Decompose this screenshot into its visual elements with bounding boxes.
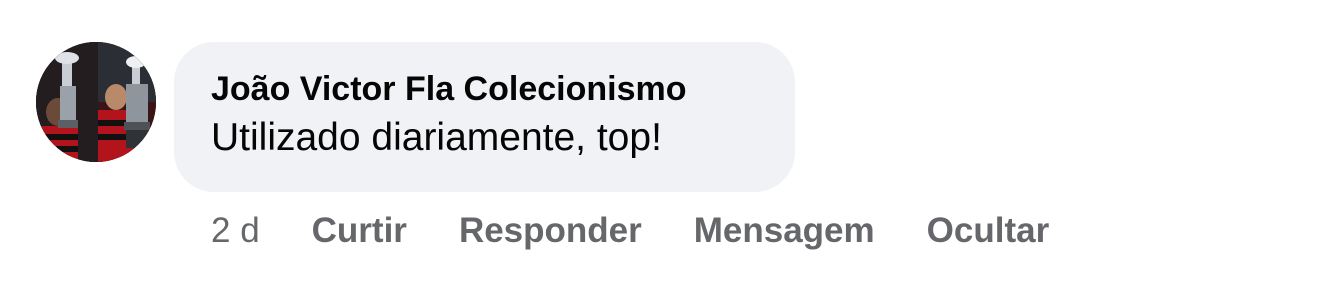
reply-button[interactable]: Responder <box>459 211 642 251</box>
message-button[interactable]: Mensagem <box>694 211 875 251</box>
comment-text: Utilizado diariamente, top! <box>211 116 662 159</box>
comment-author[interactable]: João Victor Fla Colecionismo <box>211 68 759 110</box>
comment: João Victor Fla Colecionismo Utilizado d… <box>0 0 1320 305</box>
comment-timestamp[interactable]: 2 d <box>211 211 260 251</box>
avatar[interactable] <box>36 42 156 162</box>
comment-bubble: João Victor Fla Colecionismo Utilizado d… <box>174 42 795 192</box>
trophy-photo-icon <box>36 42 156 162</box>
hide-button[interactable]: Ocultar <box>927 211 1050 251</box>
like-button[interactable]: Curtir <box>312 211 407 251</box>
comment-actions: 2 d Curtir Responder Mensagem Ocultar <box>211 208 1049 254</box>
